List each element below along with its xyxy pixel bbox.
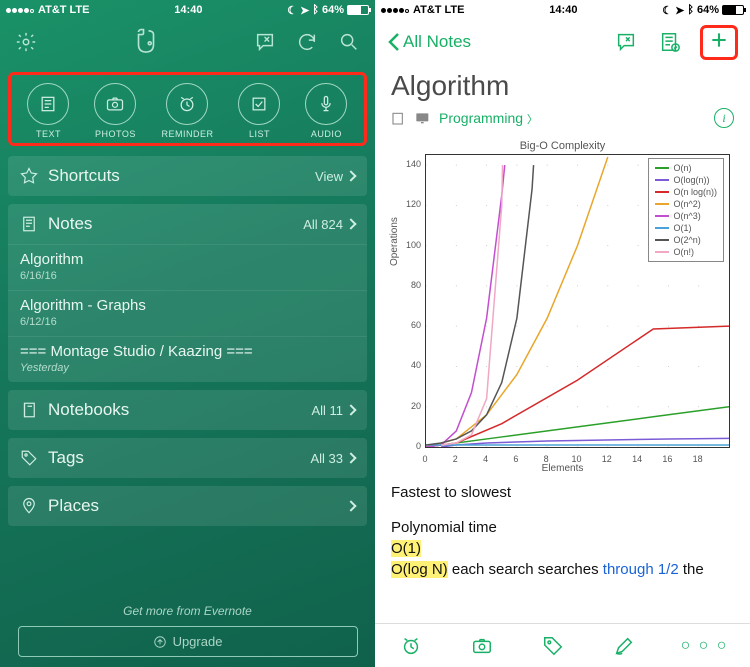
carrier-label: AT&T (38, 4, 67, 16)
status-bar: AT&T LTE 14:40 ☾ ➤ ᛒ 64% (0, 0, 375, 20)
more-button[interactable]: ○ ○ ○ (681, 637, 729, 655)
battery-icon (347, 5, 369, 15)
chevron-right-icon (345, 404, 356, 415)
shortcuts-section[interactable]: ShortcutsView (8, 156, 367, 196)
battery-icon (722, 5, 744, 15)
sync-button[interactable] (293, 28, 321, 56)
clock: 14:40 (174, 4, 202, 16)
dnd-icon: ☾ (287, 4, 297, 17)
note-metadata-bar: Programming 〉 i (375, 104, 750, 136)
note-row[interactable]: Algorithm - Graphs6/12/16 (8, 290, 367, 336)
back-button[interactable]: All Notes (387, 32, 471, 52)
x-axis-label: Elements (542, 463, 584, 474)
notes-header[interactable]: NotesAll 824 (8, 204, 367, 244)
quick-note-bar: TEXT PHOTOS REMINDER LIST AUDIO (8, 72, 367, 146)
battery-pct: 64% (697, 4, 719, 16)
edit-button[interactable] (610, 632, 638, 660)
chat-button[interactable] (612, 28, 640, 56)
quick-reminder-button[interactable]: REMINDER (161, 83, 213, 139)
note-toolbar: All Notes (375, 20, 750, 64)
chart-title: Big-O Complexity (391, 140, 734, 152)
notebook-link[interactable]: Programming 〉 (439, 110, 538, 127)
highlight: O(1) (391, 540, 421, 557)
notebook-icon (391, 111, 407, 125)
location-icon: ➤ (675, 4, 684, 17)
location-icon: ➤ (300, 4, 309, 17)
hyperlink[interactable]: through 1/2 (603, 561, 679, 578)
quick-photos-button[interactable]: PHOTOS (94, 83, 136, 139)
upgrade-button[interactable]: Upgrade (18, 626, 358, 657)
bluetooth-icon: ᛒ (312, 4, 319, 16)
home-footer: Get more from Evernote Upgrade (0, 604, 375, 657)
info-button[interactable]: i (714, 108, 734, 128)
new-note-button[interactable] (700, 25, 738, 60)
notes-section: NotesAll 824 Algorithm6/16/16 Algorithm … (8, 204, 367, 382)
signal-dots-icon (6, 4, 35, 16)
chat-button[interactable] (251, 28, 279, 56)
carrier-label: AT&T (413, 4, 442, 16)
note-bottom-toolbar: ○ ○ ○ (375, 623, 750, 667)
settings-button[interactable] (12, 28, 40, 56)
places-section[interactable]: Places (8, 486, 367, 526)
chart-legend: O(n)O(log(n))O(n log(n))O(n^2)O(n^3)O(1)… (648, 158, 724, 262)
chevron-right-icon (345, 452, 356, 463)
bluetooth-icon: ᛒ (687, 4, 694, 16)
quick-text-button[interactable]: TEXT (27, 83, 69, 139)
battery-pct: 64% (322, 4, 344, 16)
highlight: O(log N) (391, 561, 448, 578)
section-title: Places (48, 496, 99, 516)
section-title: Notebooks (48, 400, 129, 420)
network-label: LTE (445, 4, 465, 16)
chart-image: Big-O Complexity Operations Elements O(n… (391, 140, 734, 472)
evernote-logo-icon (130, 26, 162, 58)
note-detail-screen: AT&T LTE 14:40 ☾ ➤ ᛒ 64% All Notes Algor… (375, 0, 750, 667)
quick-list-button[interactable]: LIST (238, 83, 280, 139)
home-toolbar (0, 20, 375, 64)
reminder-button[interactable] (397, 632, 425, 660)
footer-message: Get more from Evernote (123, 604, 252, 618)
clock: 14:40 (549, 4, 577, 16)
section-title: Shortcuts (48, 166, 120, 186)
note-title[interactable]: Algorithm (375, 64, 750, 104)
tag-button[interactable] (539, 632, 567, 660)
status-bar: AT&T LTE 14:40 ☾ ➤ ᛒ 64% (375, 0, 750, 20)
dnd-icon: ☾ (662, 4, 672, 17)
note-options-button[interactable] (656, 28, 684, 56)
tags-section[interactable]: TagsAll 33 (8, 438, 367, 478)
chevron-right-icon (345, 500, 356, 511)
device-icon (415, 111, 431, 125)
section-title: Tags (48, 448, 84, 468)
section-title: Notes (48, 214, 92, 234)
notebooks-section[interactable]: NotebooksAll 11 (8, 390, 367, 430)
camera-button[interactable] (468, 632, 496, 660)
note-row[interactable]: === Montage Studio / Kaazing ===Yesterda… (8, 336, 367, 382)
network-label: LTE (70, 4, 90, 16)
note-body[interactable]: Fastest to slowest Polynomial time O(1) … (375, 478, 750, 584)
signal-dots-icon (381, 4, 410, 16)
chevron-right-icon (345, 218, 356, 229)
chevron-right-icon (345, 170, 356, 181)
note-row[interactable]: Algorithm6/16/16 (8, 244, 367, 290)
quick-audio-button[interactable]: AUDIO (305, 83, 347, 139)
evernote-home-screen: AT&T LTE 14:40 ☾ ➤ ᛒ 64% TEXT PHOTOS REM… (0, 0, 375, 667)
search-button[interactable] (335, 28, 363, 56)
